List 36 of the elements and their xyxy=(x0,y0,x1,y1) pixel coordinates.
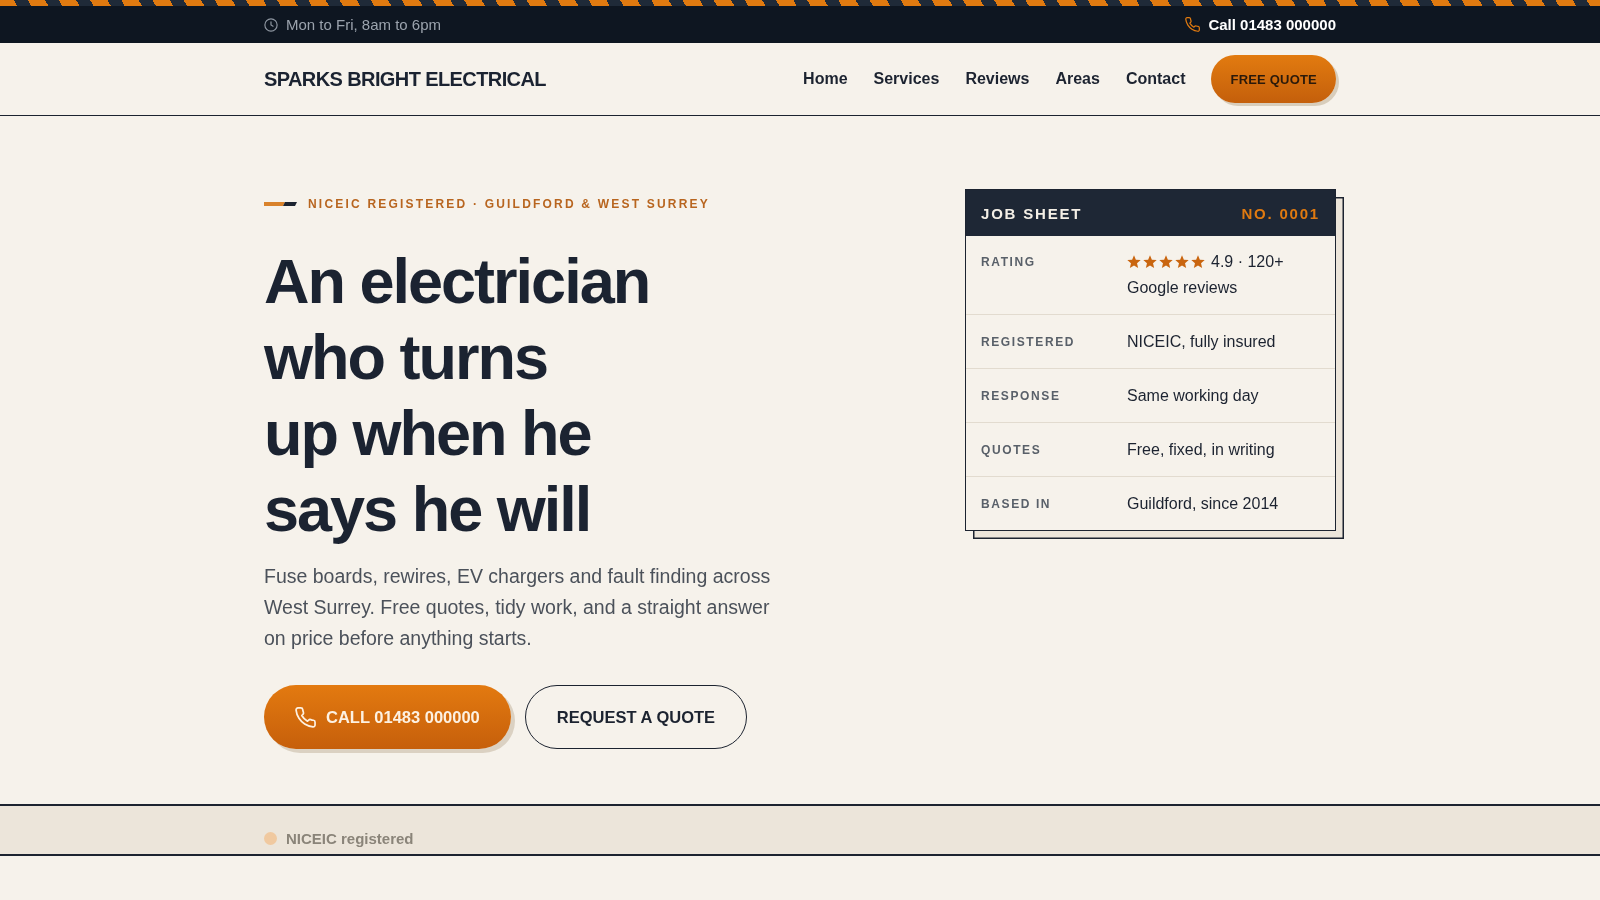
star-icon xyxy=(1191,255,1205,269)
row-label: RESPONSE xyxy=(981,387,1062,405)
row-value: Free, fixed, in writing xyxy=(1127,439,1276,460)
row-label: QUOTES xyxy=(981,441,1043,459)
phone-icon xyxy=(1185,17,1201,32)
phone-link[interactable]: Call 01483 000000 xyxy=(1185,16,1336,33)
opening-hours: Mon to Fri, 8am to 6pm xyxy=(286,16,442,33)
nav-link[interactable]: Contact xyxy=(1125,70,1186,88)
hero-intro: Fuse boards, rewires, EV chargers and fault finding across West Surrey. Free quotes, tidy work, and a straight answer on price before anything starts. xyxy=(264,564,772,651)
nav-link[interactable]: Services xyxy=(873,70,940,88)
star-icon xyxy=(1159,255,1173,269)
row-label: REGISTERED xyxy=(981,333,1076,351)
dot-icon xyxy=(264,831,277,845)
row-value: NICEIC, fully insured xyxy=(1127,331,1277,352)
hero-heading: An electrician who turns up when he says he will xyxy=(264,245,651,546)
star-icon xyxy=(1143,255,1157,269)
clock-icon xyxy=(264,17,278,32)
row-label: BASED IN xyxy=(981,495,1053,513)
rating-score: 4.9 · 120+ xyxy=(1211,252,1284,272)
free-quote-button[interactable]: FREE QUOTE xyxy=(1211,55,1336,103)
row-label: RATING xyxy=(981,254,1037,271)
phone-icon xyxy=(295,706,316,728)
row-value: Guildford, since 2014 xyxy=(1127,493,1280,514)
trust-item-text: NICEIC registered xyxy=(286,829,414,847)
nav-link[interactable]: Home xyxy=(803,70,848,88)
eyebrow-text: NICEIC REGISTERED · GUILDFORD & WEST SURREY xyxy=(308,197,710,211)
row-value: Same working day xyxy=(1127,385,1260,406)
star-icon xyxy=(1175,255,1189,269)
dash-icon xyxy=(264,202,297,206)
rating-source: Google reviews xyxy=(1127,278,1239,298)
card-title: JOB SHEET xyxy=(981,204,1083,222)
nav-link[interactable]: Reviews xyxy=(965,70,1030,88)
site-logo: SPARKS BRIGHT ELECTRICAL xyxy=(264,67,546,91)
nav-link[interactable]: Areas xyxy=(1055,70,1100,88)
sheet-number: NO. 0001 xyxy=(1241,204,1320,222)
star-icon xyxy=(1127,255,1141,269)
